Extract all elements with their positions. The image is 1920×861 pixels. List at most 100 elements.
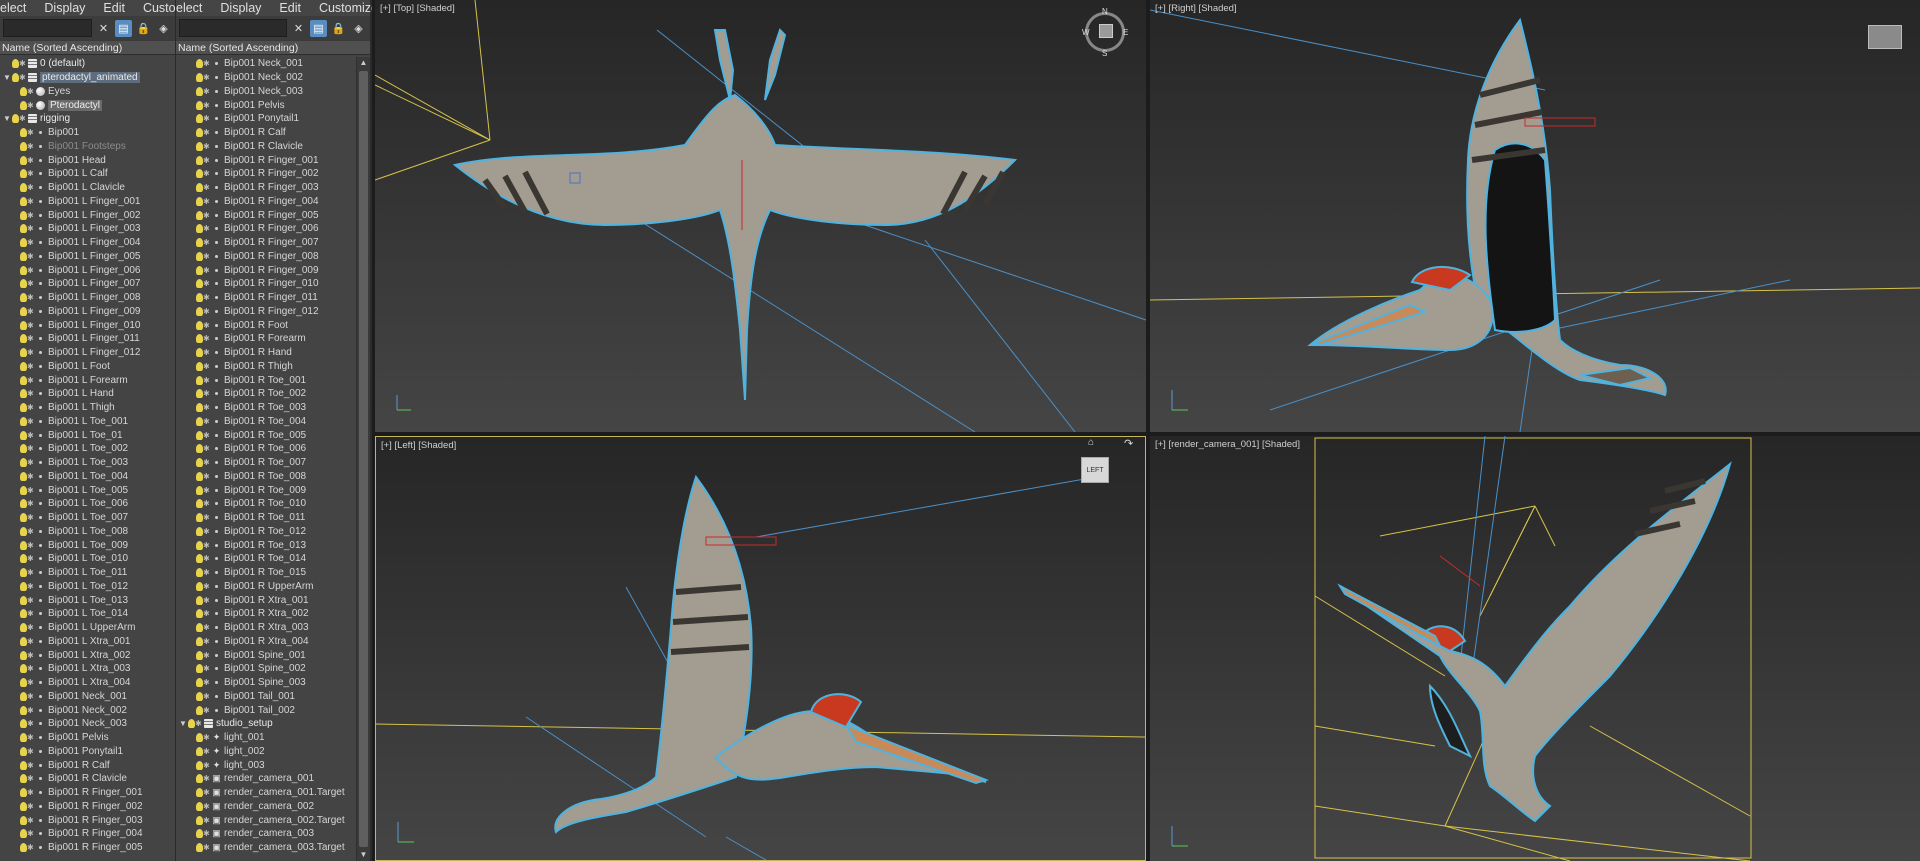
freeze-icon[interactable]: ✱ bbox=[203, 376, 210, 385]
freeze-icon[interactable]: ✱ bbox=[27, 87, 34, 96]
visibility-bulb-icon[interactable] bbox=[196, 815, 203, 825]
tree-row[interactable]: ✱ Bip001 R Toe_008 bbox=[176, 470, 356, 484]
freeze-icon[interactable]: ✱ bbox=[203, 431, 210, 440]
visibility-bulb-icon[interactable] bbox=[196, 678, 203, 688]
tree-row[interactable]: ✱ Bip001 L Forearm bbox=[0, 373, 175, 387]
freeze-icon[interactable]: ✱ bbox=[203, 774, 210, 783]
tree-row[interactable]: ✱ Bip001 L Finger_012 bbox=[0, 346, 175, 360]
freeze-icon[interactable]: ✱ bbox=[27, 747, 34, 756]
tree-row[interactable]: ✱ Bip001 Neck_003 bbox=[0, 717, 175, 731]
freeze-icon[interactable]: ✱ bbox=[203, 527, 210, 536]
viewcube-icon[interactable]: LEFT bbox=[1081, 457, 1109, 483]
visibility-bulb-icon[interactable] bbox=[196, 568, 203, 578]
visibility-bulb-icon[interactable] bbox=[196, 430, 203, 440]
freeze-icon[interactable]: ✱ bbox=[203, 499, 210, 508]
freeze-icon[interactable]: ✱ bbox=[203, 59, 210, 68]
freeze-icon[interactable]: ✱ bbox=[27, 403, 34, 412]
tree-row[interactable]: ✱ Bip001 L Thigh bbox=[0, 401, 175, 415]
layers-icon[interactable]: ◈ bbox=[155, 20, 172, 37]
freeze-icon[interactable]: ✱ bbox=[203, 197, 210, 206]
tree-row[interactable]: ✱ Bip001 R Toe_005 bbox=[176, 428, 356, 442]
tree-row[interactable]: ✱ Bip001 R Finger_009 bbox=[176, 263, 356, 277]
menu-display[interactable]: Display bbox=[35, 1, 94, 15]
tree-row[interactable]: ✱ Bip001 L Finger_008 bbox=[0, 291, 175, 305]
tree-row[interactable]: ✱ Bip001 L Finger_002 bbox=[0, 208, 175, 222]
visibility-bulb-icon[interactable] bbox=[196, 224, 203, 234]
tree-row[interactable]: ✱ Bip001 R Finger_003 bbox=[176, 181, 356, 195]
tree-row[interactable]: ✱ ▣ render_camera_003 bbox=[176, 827, 356, 841]
visibility-bulb-icon[interactable] bbox=[20, 843, 27, 853]
visibility-bulb-icon[interactable] bbox=[20, 774, 27, 784]
visibility-bulb-icon[interactable] bbox=[20, 719, 27, 729]
tree-row[interactable]: ✱ Bip001 R Toe_010 bbox=[176, 497, 356, 511]
freeze-icon[interactable]: ✱ bbox=[27, 348, 34, 357]
freeze-icon[interactable]: ✱ bbox=[203, 293, 210, 302]
freeze-icon[interactable]: ✱ bbox=[203, 142, 210, 151]
freeze-icon[interactable]: ✱ bbox=[203, 403, 210, 412]
freeze-icon[interactable]: ✱ bbox=[27, 142, 34, 151]
visibility-bulb-icon[interactable] bbox=[196, 114, 203, 124]
tree-row[interactable]: ✱ Bip001 Tail_001 bbox=[176, 690, 356, 704]
visibility-bulb-icon[interactable] bbox=[20, 128, 27, 138]
visibility-bulb-icon[interactable] bbox=[196, 141, 203, 151]
visibility-bulb-icon[interactable] bbox=[196, 416, 203, 426]
visibility-bulb-icon[interactable] bbox=[196, 458, 203, 468]
tree-row[interactable]: ✱ Bip001 R Finger_004 bbox=[176, 195, 356, 209]
freeze-icon[interactable]: ✱ bbox=[203, 348, 210, 357]
visibility-bulb-icon[interactable] bbox=[20, 141, 27, 151]
freeze-icon[interactable]: ✱ bbox=[27, 774, 34, 783]
home-icon[interactable]: ⌂ bbox=[1088, 437, 1094, 448]
tree-row[interactable]: ✱ Bip001 R Toe_015 bbox=[176, 566, 356, 580]
tree-row[interactable]: ✱ Bip001 Neck_002 bbox=[176, 71, 356, 85]
tree-row[interactable]: ✱ Bip001 R Clavicle bbox=[176, 140, 356, 154]
tree-row[interactable]: ✱ Bip001 R UpperArm bbox=[176, 580, 356, 594]
visibility-bulb-icon[interactable] bbox=[196, 265, 203, 275]
tree-row[interactable]: ✱ Eyes bbox=[0, 85, 175, 99]
freeze-icon[interactable]: ✱ bbox=[203, 761, 210, 770]
tree-row[interactable]: ✱ Bip001 R Finger_010 bbox=[176, 277, 356, 291]
visibility-bulb-icon[interactable] bbox=[196, 471, 203, 481]
tree-row[interactable]: ✱ ▣ render_camera_001.Target bbox=[176, 786, 356, 800]
freeze-icon[interactable]: ✱ bbox=[27, 362, 34, 371]
freeze-icon[interactable]: ✱ bbox=[27, 197, 34, 206]
freeze-icon[interactable]: ✱ bbox=[27, 444, 34, 453]
expand-chevron-icon[interactable]: ▼ bbox=[2, 73, 12, 82]
tree-row[interactable]: ✱ Bip001 L Toe_001 bbox=[0, 415, 175, 429]
visibility-bulb-icon[interactable] bbox=[20, 348, 27, 358]
tree-row[interactable]: ✱ Bip001 Spine_002 bbox=[176, 662, 356, 676]
freeze-icon[interactable]: ✱ bbox=[27, 761, 34, 770]
visibility-bulb-icon[interactable] bbox=[20, 581, 27, 591]
freeze-icon[interactable]: ✱ bbox=[203, 637, 210, 646]
visibility-bulb-icon[interactable] bbox=[196, 155, 203, 165]
freeze-icon[interactable]: ✱ bbox=[203, 541, 210, 550]
expand-chevron-icon[interactable]: ▼ bbox=[178, 719, 188, 728]
freeze-icon[interactable]: ✱ bbox=[203, 802, 210, 811]
visibility-bulb-icon[interactable] bbox=[196, 210, 203, 220]
viewcube-compass-icon[interactable]: N S W E bbox=[1082, 7, 1128, 58]
freeze-icon[interactable]: ✱ bbox=[203, 486, 210, 495]
freeze-icon[interactable]: ✱ bbox=[203, 747, 210, 756]
visibility-bulb-icon[interactable] bbox=[20, 210, 27, 220]
visibility-bulb-icon[interactable] bbox=[196, 444, 203, 454]
visibility-bulb-icon[interactable] bbox=[196, 251, 203, 261]
tree-row[interactable]: ✱ Bip001 R Finger_003 bbox=[0, 813, 175, 827]
freeze-icon[interactable]: ✱ bbox=[27, 637, 34, 646]
freeze-icon[interactable]: ✱ bbox=[203, 582, 210, 591]
filter-toggle-icon[interactable]: ▤ bbox=[310, 19, 327, 37]
tree-row[interactable]: ✱ Bip001 R Finger_001 bbox=[176, 153, 356, 167]
freeze-icon[interactable]: ✱ bbox=[27, 128, 34, 137]
freeze-icon[interactable]: ✱ bbox=[27, 334, 34, 343]
visibility-bulb-icon[interactable] bbox=[196, 279, 203, 289]
viewport-left[interactable]: [+] [Left] [Shaded] LEFT ⌂ ↷ bbox=[375, 436, 1146, 861]
tree-row[interactable]: ✱ Bip001 Ponytail1 bbox=[0, 745, 175, 759]
visibility-bulb-icon[interactable] bbox=[196, 540, 203, 550]
tree-row[interactable]: ✱ Bip001 R Thigh bbox=[176, 360, 356, 374]
tree-row[interactable]: ✱ ▣ render_camera_003.Target bbox=[176, 841, 356, 855]
visibility-bulb-icon[interactable] bbox=[12, 73, 19, 83]
freeze-icon[interactable]: ✱ bbox=[27, 169, 34, 178]
close-icon[interactable]: ✕ bbox=[95, 20, 112, 37]
visibility-bulb-icon[interactable] bbox=[20, 86, 27, 96]
visibility-bulb-icon[interactable] bbox=[196, 59, 203, 69]
freeze-icon[interactable]: ✱ bbox=[203, 417, 210, 426]
visibility-bulb-icon[interactable] bbox=[20, 829, 27, 839]
